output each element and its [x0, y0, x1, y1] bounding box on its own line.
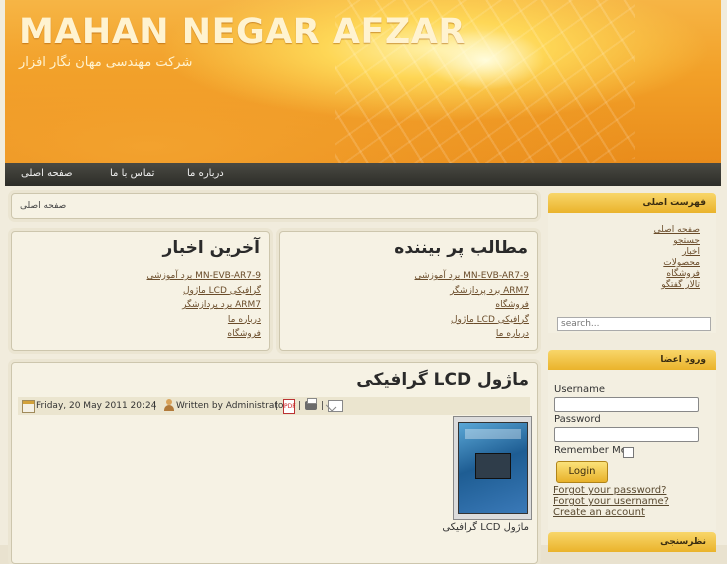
- image-caption: ماژول LCD گرافیکی: [442, 522, 529, 533]
- latest-news-list: برد آموزشی MN-EVB-AR7-9 ماژول LCD گرافیک…: [147, 269, 262, 342]
- main-menu-header: فهرست اصلی: [548, 193, 716, 213]
- menu-item-shop[interactable]: فروشگاه: [666, 269, 700, 279]
- search-input[interactable]: [557, 317, 711, 331]
- menu-item-home[interactable]: صفحه اصلی: [654, 225, 700, 235]
- site-subtitle: شرکت مهندسی مهان نگار افزار: [19, 55, 193, 70]
- latest-news-link[interactable]: برد آموزشی MN-EVB-AR7-9: [147, 271, 262, 281]
- email-icon[interactable]: [328, 400, 343, 412]
- article-date: Friday, 20 May 2011 20:24: [36, 401, 157, 411]
- breadcrumb-home: صفحه اصلی: [20, 201, 67, 211]
- main-nav: درباره ما تماس با ما صفحه اصلی: [5, 163, 721, 186]
- popular-posts-panel: مطالب پر بیننده برد آموزشی MN-EVB-AR7-9 …: [279, 231, 538, 351]
- latest-news-title: آخرین اخبار: [162, 238, 260, 258]
- meta-separator: |: [275, 401, 279, 411]
- latest-news-link[interactable]: ماژول LCD گرافیکی: [183, 286, 261, 296]
- nav-item-contact[interactable]: تماس با ما: [110, 168, 154, 179]
- nav-item-home[interactable]: صفحه اصلی: [21, 168, 72, 179]
- password-field[interactable]: [554, 427, 699, 442]
- site-title[interactable]: MAHAN NEGAR AFZAR: [19, 12, 466, 52]
- popular-posts-list: برد آموزشی MN-EVB-AR7-9 برد پردازشگر ARM…: [415, 269, 530, 342]
- lcd-module-picture: [458, 422, 528, 514]
- popular-post-link[interactable]: فروشگاه: [495, 300, 529, 310]
- pdf-icon[interactable]: PDF: [283, 399, 296, 414]
- latest-news-panel: آخرین اخبار برد آموزشی MN-EVB-AR7-9 ماژو…: [11, 231, 270, 351]
- product-image: [453, 416, 532, 520]
- username-field[interactable]: [554, 397, 699, 412]
- popular-posts-title: مطالب پر بیننده: [394, 238, 528, 258]
- article-meta: Friday, 20 May 2011 20:24 | Written by A…: [18, 397, 530, 415]
- popular-post-link[interactable]: درباره ما: [496, 329, 529, 339]
- meta-separator: |: [298, 401, 302, 411]
- login-header: ورود اعضا: [548, 350, 716, 370]
- remember-me-label: Remember Me: [554, 445, 627, 456]
- meta-separator: |: [321, 401, 325, 411]
- menu-item-products[interactable]: محصولات: [663, 258, 700, 268]
- popular-post-link[interactable]: برد پردازشگر ARM7: [450, 286, 529, 296]
- latest-news-link[interactable]: برد پردازشگر ARM7: [182, 300, 261, 310]
- poll-title: نظرسنجی: [660, 537, 706, 547]
- article-title[interactable]: ماژول LCD گرافیکی: [356, 370, 529, 390]
- print-icon[interactable]: [305, 398, 317, 410]
- latest-news-link[interactable]: فروشگاه: [227, 329, 261, 339]
- remember-me-checkbox[interactable]: [623, 447, 634, 458]
- menu-item-news[interactable]: اخبار: [682, 247, 700, 257]
- latest-news-link[interactable]: درباره ما: [228, 315, 261, 325]
- login-title: ورود اعضا: [660, 355, 706, 365]
- meta-separator: |: [153, 401, 157, 411]
- forgot-username-link[interactable]: Forgot your username?: [553, 496, 669, 507]
- article-author: Written by Administrator: [176, 401, 288, 411]
- password-label: Password: [554, 414, 601, 425]
- create-account-link[interactable]: Create an account: [553, 507, 645, 518]
- main-menu: صفحه اصلی جستجو اخبار محصولات فروشگاه تا…: [548, 213, 716, 333]
- calendar-icon: [22, 400, 35, 413]
- article: ماژول LCD گرافیکی Friday, 20 May 2011 20…: [11, 362, 538, 564]
- image-label: [465, 429, 521, 439]
- breadcrumb: صفحه اصلی: [11, 193, 538, 219]
- forgot-password-link[interactable]: Forgot your password?: [553, 485, 666, 496]
- poll-header: نظرسنجی: [548, 532, 716, 552]
- popular-post-link[interactable]: ماژول LCD گرافیکی: [451, 315, 529, 325]
- popular-post-link[interactable]: برد آموزشی MN-EVB-AR7-9: [415, 271, 530, 281]
- menu-item-search[interactable]: جستجو: [673, 236, 700, 246]
- username-label: Username: [554, 384, 605, 395]
- menu-item-forum[interactable]: تالار گفتگو: [661, 280, 700, 290]
- image-chip: [475, 453, 511, 479]
- main-menu-list: صفحه اصلی جستجو اخبار محصولات فروشگاه تا…: [654, 225, 700, 291]
- site-header: MAHAN NEGAR AFZAR شرکت مهندسی مهان نگار …: [5, 0, 721, 163]
- nav-item-about[interactable]: درباره ما: [187, 168, 224, 179]
- login-button[interactable]: Login: [556, 461, 608, 483]
- user-icon: [164, 399, 174, 412]
- main-menu-title: فهرست اصلی: [642, 198, 706, 208]
